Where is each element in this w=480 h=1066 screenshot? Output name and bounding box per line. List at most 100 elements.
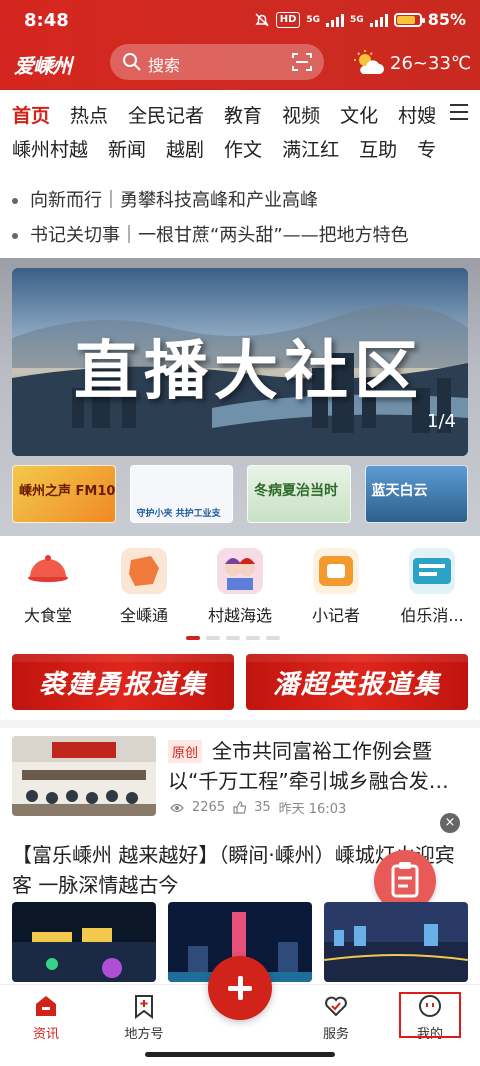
quick-entry[interactable]: 小记者 [288,544,384,628]
thumb-label: 守护小夹 共护工业支 [136,509,221,519]
quick-entry[interactable]: 村越海选 [192,544,288,628]
weather-widget[interactable]: 26~33℃ [354,50,471,76]
report-collections: 裘建勇报道集 潘超英报道集 [12,654,468,710]
app-logo: 爱嵊州 [14,54,72,78]
tab-news[interactable]: 资讯 [6,993,86,1042]
quick-entry-label: 伯乐消... [400,606,464,625]
tab-local[interactable]: 地方号 [104,993,184,1042]
status-bar: 8:48 HD 5G 5G 85% [0,0,480,40]
food-cloche-icon [25,548,71,594]
signal-icon-2 [369,13,388,27]
map-icon [121,548,167,594]
battery-icon [393,12,425,27]
hd-badge: HD [275,11,301,28]
channel-tab[interactable]: 满江红 [282,135,339,162]
top-header: 爱嵊州 搜索 26~33℃ [0,40,480,86]
channel-row-1: 首页 热点 全民记者 教育 视频 文化 村嫂 [0,97,480,131]
quick-entry[interactable]: 大食堂 [0,544,96,628]
article-card[interactable]: 全市共同富裕工作例会暨以“千万工程”牵引城乡融合发… 原创 2265 35 昨天… [12,736,468,820]
quick-entry-label: 小记者 [311,606,360,625]
original-badge: 原创 [168,740,203,763]
reporter-icon [313,548,359,594]
battery-fill [396,15,416,24]
channel-tab-home[interactable]: 首页 [12,101,50,128]
signal-icon [326,13,345,27]
battery-percent: 85% [427,10,466,29]
report-banner[interactable]: 潘超英报道集 [246,654,468,710]
scan-icon[interactable] [292,53,312,71]
channel-row-2: 嵊州村越 新闻 越剧 作文 满江红 互助 专 [0,131,480,165]
page-dots [186,636,280,640]
channel-tab[interactable]: 作文 [224,135,262,162]
thumb-label: 嵊州之声 FM100.3 [19,484,116,499]
search-bar[interactable]: 搜索 [110,44,324,80]
channel-tab[interactable]: 村嫂 [398,101,436,128]
carousel-thumb[interactable]: 冬病夏治当时 [247,465,351,523]
article-meta: 2265 35 昨天 16:03 [170,798,346,817]
bullet-icon [12,233,18,239]
headline-text: 向新而行｜勇攀科技高峰和产业高峰 [30,190,318,211]
channel-tab[interactable]: 嵊州村越 [12,135,88,162]
view-count: 2265 [192,800,226,815]
quick-entry-label: 村越海选 [207,606,272,625]
thumbs-up-icon [233,801,247,814]
channel-tab[interactable]: 文化 [340,101,378,128]
status-icons: HD 5G 5G 85% [254,10,466,29]
channel-tab[interactable]: 全民记者 [128,101,204,128]
opera-figures-icon [217,548,263,594]
bookmark-plus-icon [131,993,157,1019]
bullet-icon [12,198,18,204]
carousel-thumb[interactable]: 蓝天白云 [364,465,468,523]
headline-text: 书记关切事｜一根甘蔗“两头甜”——把地方特色 [30,225,409,246]
quick-entry[interactable]: 全嵊通 [96,544,192,628]
tab-label: 地方号 [124,1027,164,1042]
close-icon[interactable]: × [440,813,460,833]
quick-entry-label: 大食堂 [23,606,72,625]
search-icon [123,53,141,71]
channel-tab[interactable]: 专 [417,135,436,162]
hero-carousel[interactable]: 直播大社区 1/4 [12,268,468,456]
like-count: 35 [254,800,271,815]
channel-tab[interactable]: 越剧 [166,135,204,162]
publish-plus-button[interactable] [208,956,272,1020]
channel-tab[interactable]: 新闻 [108,135,146,162]
article-title: 全市共同富裕工作例会暨以“千万工程”牵引城乡融合发… [168,739,449,793]
carousel-thumb[interactable]: 嵊州之声 FM100.3 [12,465,116,523]
heart-icon [323,993,349,1019]
carousel-thumb[interactable]: 守护小夹 共护工业支 [129,465,233,523]
carousel-thumbnails: 嵊州之声 FM100.3 守护小夹 共护工业支 冬病夏治当时 蓝天白云 [12,465,468,523]
quick-entry-row: 大食堂 全嵊通 村越海选 小记者 伯乐消... [0,544,480,628]
publish-time: 昨天 16:03 [278,802,347,817]
headline-item[interactable]: 向新而行｜勇攀科技高峰和产业高峰 [12,186,472,212]
status-time: 8:48 [24,10,69,31]
night-city-photo[interactable] [12,902,156,982]
app-screen: 8:48 HD 5G 5G 85% 爱嵊州 搜索 26~33℃ 首页 热点 全民… [0,0,480,1066]
thumb-label: 蓝天白云 [371,483,428,499]
voucher-icon [409,548,455,594]
sun-cloud-icon [354,50,384,74]
tab-label: 服务 [322,1027,349,1042]
night-river-photo[interactable] [324,902,468,982]
news-home-icon [33,993,59,1019]
home-indicator[interactable] [145,1052,335,1057]
tab-service[interactable]: 服务 [296,993,376,1042]
channel-tab[interactable]: 教育 [224,101,262,128]
channel-tab[interactable]: 热点 [70,101,108,128]
channel-menu-icon[interactable] [450,104,468,120]
highlight-box [399,992,461,1038]
temperature-range: 26~33℃ [390,52,472,74]
quick-entry-label: 全嵊通 [119,606,168,625]
network-label-2: 5G [350,14,364,25]
meeting-photo [12,736,156,816]
eye-icon [170,803,184,812]
thumb-label: 冬病夏治当时 [254,483,338,499]
search-placeholder: 搜索 [148,56,181,75]
headline-item[interactable]: 书记关切事｜一根甘蔗“两头甜”——把地方特色 [12,221,472,247]
report-banner[interactable]: 裘建勇报道集 [12,654,234,710]
channel-tab[interactable]: 视频 [282,101,320,128]
quick-entry[interactable]: 伯乐消... [384,544,480,628]
section-divider [0,720,480,728]
carousel-title: 直播大社区 [74,334,424,409]
mute-bell-icon [255,12,269,27]
channel-tab[interactable]: 互助 [359,135,397,162]
